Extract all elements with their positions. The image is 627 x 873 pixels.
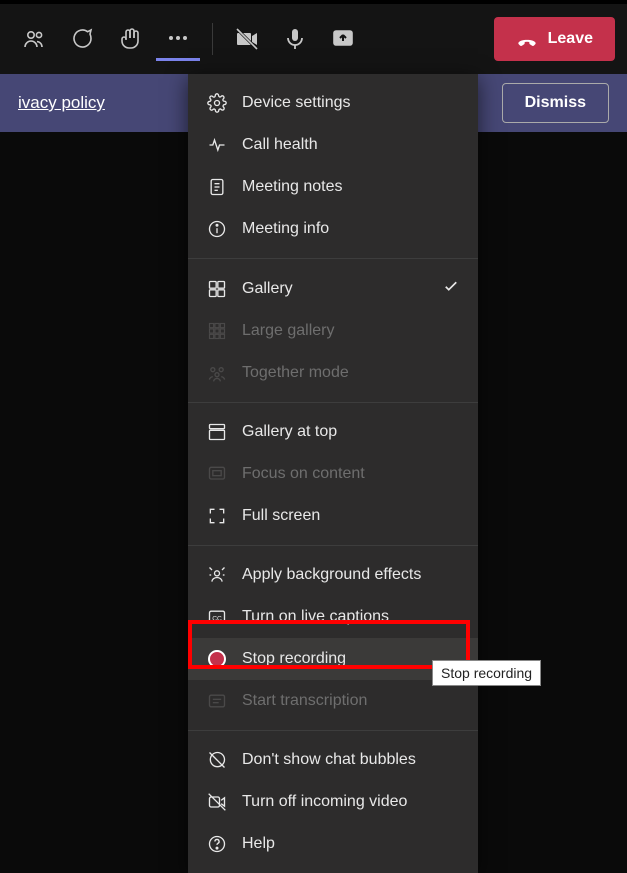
focus-icon <box>206 463 228 485</box>
people-icon[interactable] <box>12 17 56 61</box>
share-screen-icon[interactable] <box>321 17 365 61</box>
mic-icon[interactable] <box>273 17 317 61</box>
menu-label: Meeting notes <box>242 178 343 196</box>
menu-label: Gallery at top <box>242 423 337 441</box>
notes-icon <box>206 176 228 198</box>
menu-label: Full screen <box>242 507 320 525</box>
cc-icon: CC <box>206 606 228 628</box>
menu-label: Large gallery <box>242 322 335 340</box>
menu-label: Turn off incoming video <box>242 793 407 811</box>
dismiss-button[interactable]: Dismiss <box>502 83 609 123</box>
hangup-icon <box>516 28 538 50</box>
menu-label: Focus on content <box>242 465 365 483</box>
more-actions-icon[interactable] <box>156 17 200 61</box>
fullscreen-icon <box>206 505 228 527</box>
chat-bubble-off-icon <box>206 749 228 771</box>
background-effects-icon <box>206 564 228 586</box>
menu-gallery-at-top[interactable]: Gallery at top <box>188 411 478 453</box>
menu-separator <box>188 258 478 259</box>
menu-label: Turn on live captions <box>242 608 389 626</box>
leave-button[interactable]: Leave <box>494 17 615 61</box>
menu-turn-off-incoming-video[interactable]: Turn off incoming video <box>188 781 478 823</box>
menu-label: Help <box>242 835 275 853</box>
video-off-icon <box>206 791 228 813</box>
gear-icon <box>206 92 228 114</box>
help-icon <box>206 833 228 855</box>
menu-label: Call health <box>242 136 318 154</box>
camera-off-icon[interactable] <box>225 17 269 61</box>
menu-separator <box>188 545 478 546</box>
gallery-icon <box>206 278 228 300</box>
menu-label: Device settings <box>242 94 351 112</box>
menu-label: Together mode <box>242 364 349 382</box>
record-icon <box>206 648 228 670</box>
menu-label: Stop recording <box>242 650 346 668</box>
tooltip: Stop recording <box>432 660 541 686</box>
menu-gallery[interactable]: Gallery <box>188 267 478 310</box>
menu-label: Meeting info <box>242 220 329 238</box>
more-actions-menu: Device settings Call health Meeting note… <box>188 74 478 873</box>
svg-text:CC: CC <box>212 615 222 622</box>
meeting-toolbar: Leave <box>0 0 627 74</box>
menu-label: Apply background effects <box>242 566 421 584</box>
menu-start-transcription: Start transcription <box>188 680 478 722</box>
transcription-icon <box>206 690 228 712</box>
privacy-policy-link[interactable]: ivacy policy <box>18 93 105 113</box>
gallery-top-icon <box>206 421 228 443</box>
menu-focus-on-content: Focus on content <box>188 453 478 495</box>
info-icon <box>206 218 228 240</box>
menu-device-settings[interactable]: Device settings <box>188 82 478 124</box>
large-gallery-icon <box>206 320 228 342</box>
menu-apply-background-effects[interactable]: Apply background effects <box>188 554 478 596</box>
toolbar-divider <box>212 23 213 55</box>
menu-help[interactable]: Help <box>188 823 478 865</box>
menu-meeting-notes[interactable]: Meeting notes <box>188 166 478 208</box>
menu-full-screen[interactable]: Full screen <box>188 495 478 537</box>
menu-turn-on-live-captions[interactable]: CC Turn on live captions <box>188 596 478 638</box>
menu-separator <box>188 730 478 731</box>
health-icon <box>206 134 228 156</box>
menu-separator <box>188 402 478 403</box>
reactions-icon[interactable] <box>108 17 152 61</box>
together-icon <box>206 362 228 384</box>
menu-dont-show-chat-bubbles[interactable]: Don't show chat bubbles <box>188 739 478 781</box>
menu-label: Gallery <box>242 280 293 298</box>
menu-together-mode: Together mode <box>188 352 478 394</box>
menu-label: Start transcription <box>242 692 367 710</box>
menu-label: Don't show chat bubbles <box>242 751 416 769</box>
menu-call-health[interactable]: Call health <box>188 124 478 166</box>
menu-meeting-info[interactable]: Meeting info <box>188 208 478 250</box>
chat-icon[interactable] <box>60 17 104 61</box>
leave-label: Leave <box>548 30 593 48</box>
menu-large-gallery: Large gallery <box>188 310 478 352</box>
check-icon <box>442 277 460 300</box>
